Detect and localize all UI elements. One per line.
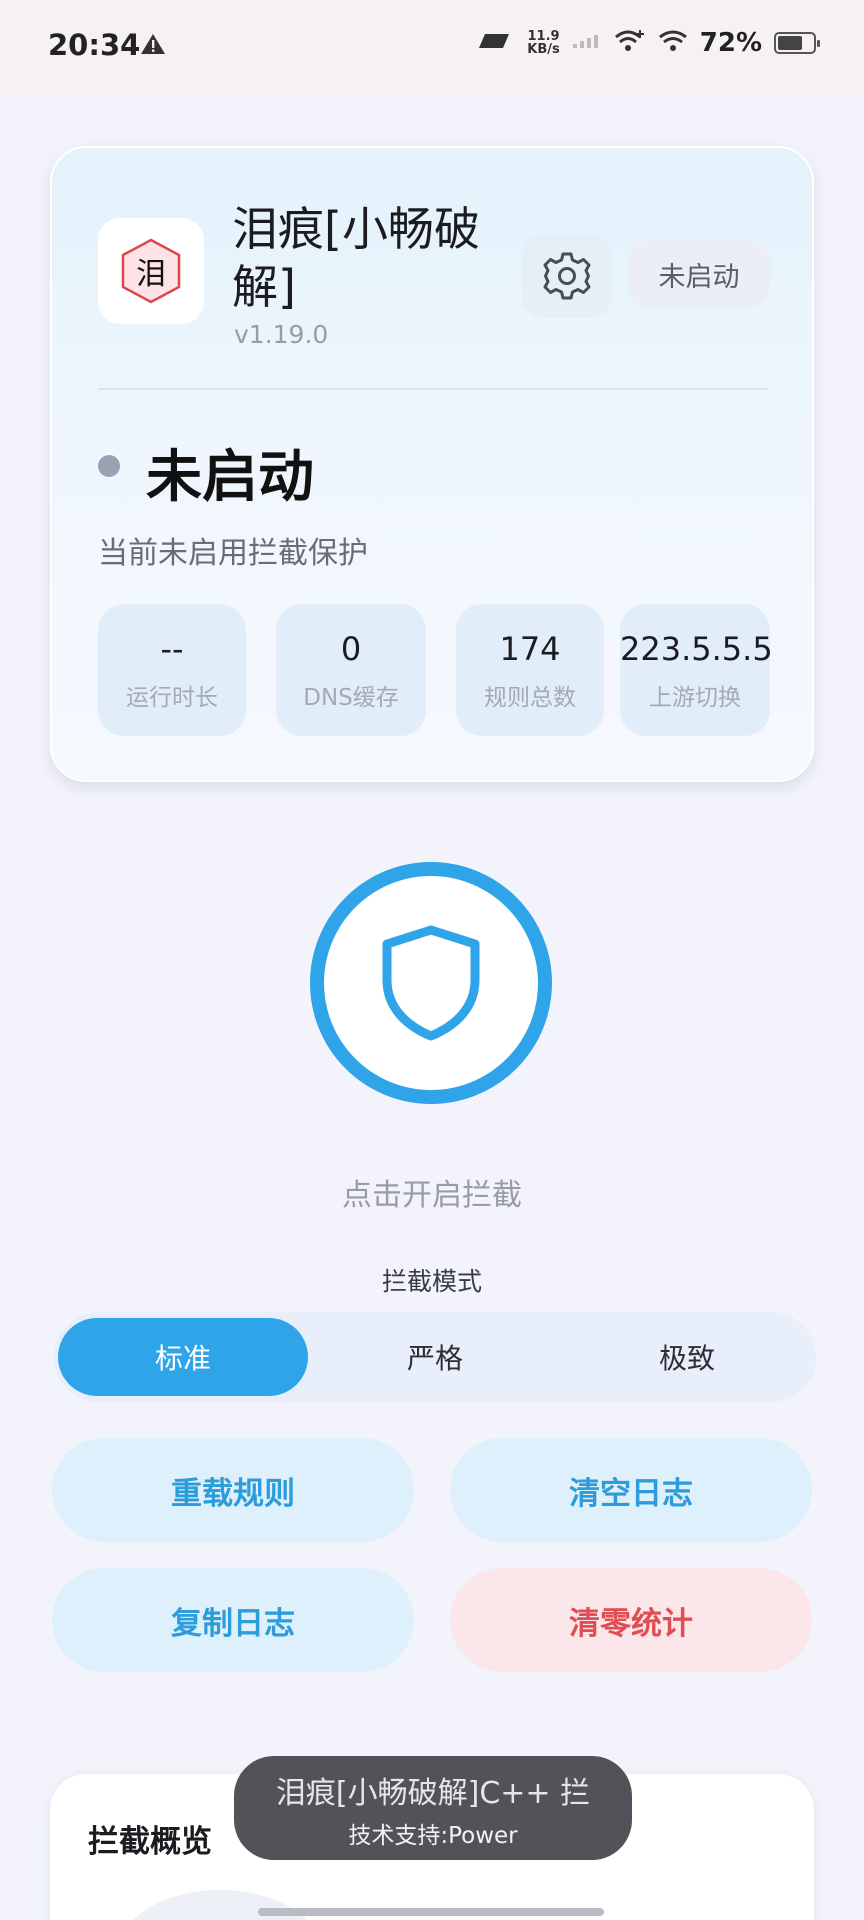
warning-icon [140, 33, 166, 59]
gear-icon [543, 252, 591, 300]
stat-dns-cache: 0 DNS缓存 [276, 604, 426, 736]
stat-value: 174 [499, 630, 561, 668]
status-title: 未启动 [146, 445, 314, 510]
stat-label: DNS缓存 [303, 685, 399, 711]
status-badge: 未启动 [628, 240, 770, 308]
toast-line-1: 泪痕[小畅破解]C++ 拦 [275, 1776, 591, 1811]
toast-message: 泪痕[小畅破解]C++ 拦 技术支持:Power [234, 1756, 632, 1860]
app-name: 泪痕[小畅破解] [232, 202, 480, 314]
status-bar: 20:34 11.9 KB/s 72% [0, 0, 864, 94]
mode-option-extreme[interactable]: 极致 [562, 1318, 812, 1396]
stat-upstream[interactable]: 223.5.5.5 上游切换 [620, 604, 773, 736]
stat-rule-count: 174 规则总数 [456, 604, 604, 736]
mode-selector: 标准 严格 极致 [54, 1312, 816, 1402]
clock-time: 20:34 [48, 28, 141, 62]
app-status-card: 泪 泪痕[小畅破解] v1.19.0 未启动 未启动 当前未启用拦截保护 -- … [50, 146, 814, 782]
toast-line-2: 技术支持:Power [348, 1823, 518, 1849]
mode-option-strict[interactable]: 严格 [310, 1318, 560, 1396]
app-logo: 泪 [98, 218, 204, 324]
app-logo-glyph: 泪 [136, 257, 166, 292]
settings-button[interactable] [522, 234, 612, 318]
stat-value: -- [160, 630, 184, 668]
shield-icon [382, 925, 480, 1041]
reset-stats-button[interactable]: 清零统计 [450, 1568, 812, 1672]
stat-value: 0 [340, 630, 362, 668]
stat-label: 规则总数 [484, 685, 576, 711]
status-icons: 11.9 KB/s 72% [477, 28, 820, 58]
network-speed: 11.9 KB/s [527, 29, 560, 57]
cellular-signal-icon [572, 33, 602, 53]
status-description: 当前未启用拦截保护 [98, 536, 368, 571]
divider [98, 388, 768, 390]
status-indicator-dot [98, 455, 120, 477]
vpn-icon [477, 32, 515, 54]
wifi-icon [658, 29, 688, 57]
stat-uptime: -- 运行时长 [98, 604, 246, 736]
mode-option-standard[interactable]: 标准 [58, 1318, 308, 1396]
copy-logs-button[interactable]: 复制日志 [52, 1568, 414, 1672]
protection-toggle-button[interactable] [310, 862, 552, 1104]
reload-rules-button[interactable]: 重载规则 [52, 1438, 414, 1542]
battery-icon [774, 32, 820, 54]
mode-label: 拦截模式 [381, 1267, 482, 1296]
stat-value: 223.5.5.5 [620, 630, 773, 668]
wifi-plus-icon [614, 29, 646, 57]
toggle-hint: 点击开启拦截 [342, 1178, 522, 1213]
battery-percent: 72% [699, 28, 762, 58]
overview-title: 拦截概览 [88, 1824, 212, 1860]
stat-label: 运行时长 [126, 685, 218, 711]
home-indicator[interactable] [258, 1908, 604, 1916]
app-version: v1.19.0 [234, 320, 329, 349]
stat-label: 上游切换 [649, 685, 741, 711]
clear-logs-button[interactable]: 清空日志 [450, 1438, 812, 1542]
